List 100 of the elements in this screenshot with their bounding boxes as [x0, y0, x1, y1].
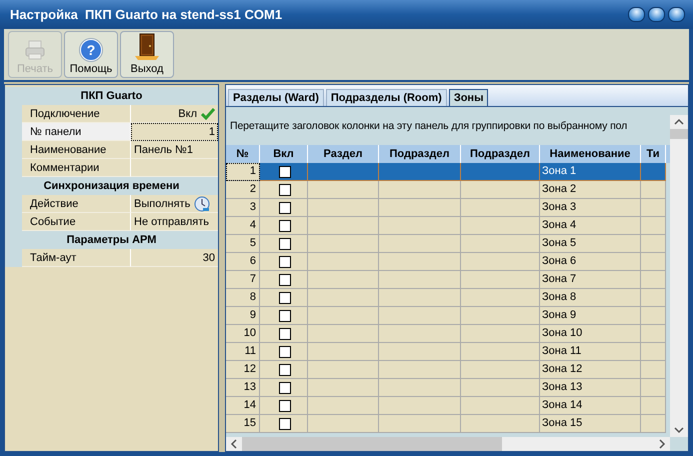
table-cell: Зона 12 — [540, 361, 641, 379]
table-cell — [641, 343, 666, 361]
help-icon: ? — [80, 39, 102, 61]
checkbox[interactable] — [278, 364, 290, 376]
property-value[interactable]: Выполнять — [131, 195, 218, 213]
table-cell — [641, 307, 666, 325]
table-cell: 12 — [226, 361, 260, 379]
table-cell: 5 — [226, 235, 260, 253]
table-cell: Зона 11 — [540, 343, 641, 361]
table-cell: Зона 10 — [540, 325, 641, 343]
table-cell: Зона 3 — [540, 199, 641, 217]
table-cell: 15 — [226, 415, 260, 433]
table-cell: Зона 9 — [540, 307, 641, 325]
table-cell — [641, 235, 666, 253]
property-value[interactable]: Вкл — [131, 105, 218, 123]
table-cell: 4 — [226, 217, 260, 235]
section-header: Синхронизация времени — [5, 177, 218, 195]
table-cell — [641, 415, 666, 433]
section-header: Параметры АРМ — [5, 231, 218, 249]
checkbox[interactable] — [278, 382, 290, 394]
toolbar-button[interactable]: Выход — [120, 31, 174, 78]
table-cell — [641, 271, 666, 289]
table-cell: 13 — [226, 379, 260, 397]
checkbox[interactable] — [278, 184, 290, 196]
table-cell — [641, 217, 666, 235]
checkbox[interactable] — [278, 418, 290, 430]
value-text: Выполнять — [134, 198, 190, 210]
table-cell — [641, 253, 666, 271]
printer-icon — [24, 39, 46, 61]
table-cell — [641, 181, 666, 199]
property-value[interactable]: Не отправлять — [131, 213, 218, 231]
table-cell: Зона 1 — [540, 163, 641, 181]
table-cell — [641, 163, 666, 181]
clock-icon — [194, 196, 210, 212]
value-text: Не отправлять — [134, 216, 209, 228]
property-label[interactable]: Наименование — [22, 141, 131, 159]
table-cell: Зона 15 — [540, 415, 641, 433]
value-text: Вкл — [178, 108, 197, 120]
checkbox[interactable] — [278, 346, 290, 358]
table-cell — [641, 199, 666, 217]
table-cell — [641, 397, 666, 415]
tab[interactable]: Разделы (Ward) — [228, 89, 324, 106]
property-value[interactable]: 30 — [131, 249, 218, 267]
table-cell — [641, 379, 666, 397]
checkmark-icon — [201, 108, 215, 120]
table-cell: Зона 2 — [540, 181, 641, 199]
table-cell: 1 — [226, 163, 260, 181]
table-cell: 11 — [226, 343, 260, 361]
tab[interactable]: Подразделы (Room) — [326, 89, 447, 106]
property-label[interactable]: Комментарии — [22, 159, 131, 177]
door-icon — [134, 33, 160, 61]
table-cell: Зона 7 — [540, 271, 641, 289]
window-title: Настройка ПКП Guarto на stend-ss1 COM1 — [10, 7, 282, 22]
toolbar-button[interactable]: ? Помощь — [64, 31, 118, 78]
table-cell — [641, 361, 666, 379]
checkbox[interactable] — [278, 400, 290, 412]
property-label[interactable]: Действие — [22, 195, 131, 213]
section-header: ПКП Guarto — [5, 87, 218, 105]
property-label[interactable]: Подключение — [22, 105, 131, 123]
checkbox[interactable] — [278, 310, 290, 322]
checkbox[interactable] — [278, 238, 290, 250]
value-text: Панель №1 — [134, 144, 193, 156]
value-text: 30 — [202, 252, 215, 264]
table-cell — [641, 325, 666, 343]
table-cell: 10 — [226, 325, 260, 343]
table-cell — [641, 289, 666, 307]
checkbox[interactable] — [278, 274, 290, 286]
checkbox[interactable] — [278, 328, 290, 340]
window-control-button[interactable] — [628, 7, 645, 22]
property-label[interactable]: Событие — [22, 213, 131, 231]
table-cell: Зона 4 — [540, 217, 641, 235]
scrollbar-thumb[interactable] — [242, 437, 502, 451]
table-cell: 3 — [226, 199, 260, 217]
checkbox[interactable] — [278, 166, 290, 178]
table-cell: Зона 5 — [540, 235, 641, 253]
value-text: 1 — [208, 126, 215, 138]
checkbox[interactable] — [278, 202, 290, 214]
vertical-scrollbar[interactable] — [670, 115, 688, 437]
property-label[interactable]: № панели — [22, 123, 131, 141]
tab[interactable]: Зоны — [448, 89, 488, 106]
table-cell: Зона 8 — [540, 289, 641, 307]
scrollbar-thumb[interactable] — [670, 129, 688, 139]
table-cell: Зона 6 — [540, 253, 641, 271]
checkbox[interactable] — [278, 292, 290, 304]
table-cell: Зона 13 — [540, 379, 641, 397]
group-hint: Перетащите заголовок колонки на эту панель для группировки по выбранному пол — [230, 120, 628, 132]
window-control-button[interactable] — [668, 7, 685, 22]
property-value[interactable]: Панель №1 — [131, 141, 218, 159]
table-cell: Зона 14 — [540, 397, 641, 415]
table-cell: 6 — [226, 253, 260, 271]
table-cell: 7 — [226, 271, 260, 289]
table-cell: 14 — [226, 397, 260, 415]
checkbox[interactable] — [278, 256, 290, 268]
horizontal-scrollbar[interactable] — [226, 437, 670, 451]
checkbox[interactable] — [278, 220, 290, 232]
window-control-button[interactable] — [648, 7, 665, 22]
table-cell: 9 — [226, 307, 260, 325]
property-value[interactable]: 1 — [131, 123, 218, 141]
table-cell: 2 — [226, 181, 260, 199]
property-label[interactable]: Тайм-аут — [22, 249, 131, 267]
